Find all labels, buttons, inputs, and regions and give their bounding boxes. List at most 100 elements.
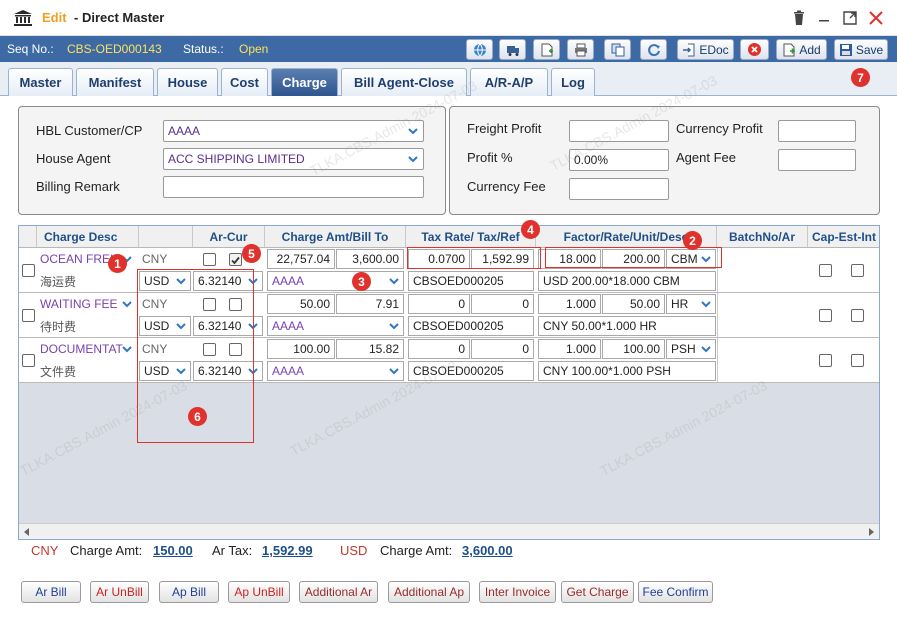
ar-bill-button[interactable]: Ar Bill — [21, 581, 81, 603]
factor[interactable]: 1.000 — [538, 294, 601, 314]
charge-amt[interactable]: 50.00 — [267, 294, 335, 314]
currency-fee-input[interactable] — [569, 178, 669, 200]
ar-cur-checkbox-2[interactable] — [229, 253, 242, 266]
tax-ref[interactable]: CBSOED000205 — [408, 361, 534, 381]
tax-amount[interactable]: 0 — [471, 294, 534, 314]
truck-button[interactable] — [499, 39, 526, 60]
charge-desc-dropdown[interactable] — [119, 341, 135, 357]
bill-amt[interactable]: 3,600.00 — [336, 249, 404, 269]
est-checkbox[interactable] — [851, 309, 864, 322]
grid-header-tax[interactable]: Tax Rate/ Tax/Ref — [406, 226, 536, 248]
cny-charge-amt-value[interactable]: 150.00 — [153, 543, 193, 558]
charge-desc-text[interactable]: USD 200.00*18.000 CBM — [538, 271, 716, 291]
tab-master[interactable]: Master — [8, 68, 73, 96]
get-charge-button[interactable]: Get Charge — [561, 581, 634, 603]
annotation-badge-5: 5 — [242, 244, 261, 263]
save-button[interactable]: Save — [834, 39, 888, 60]
charge-amt[interactable]: 100.00 — [267, 339, 335, 359]
cap-checkbox[interactable] — [819, 264, 832, 277]
charge-desc-text[interactable]: CNY 50.00*1.000 HR — [538, 316, 716, 336]
grid-header-batch[interactable]: BatchNo/Ar — [717, 226, 808, 248]
currency-profit-input[interactable] — [778, 120, 856, 142]
freight-profit-input[interactable] — [569, 120, 669, 142]
annotation-badge-7: 7 — [851, 68, 870, 87]
grid-header-charge-amt[interactable]: Charge Amt/Bill To — [265, 226, 406, 248]
bill-to-select[interactable]: AAAA — [267, 271, 404, 291]
close-icon[interactable] — [867, 9, 885, 27]
charge-desc[interactable]: WAITING FEE — [37, 293, 123, 315]
usd-charge-amt-value[interactable]: 3,600.00 — [462, 543, 513, 558]
copy-button[interactable] — [604, 39, 631, 60]
additional-ap-button[interactable]: Additional Ap — [388, 581, 470, 603]
trash-icon[interactable] — [790, 9, 808, 27]
tab-cost[interactable]: Cost — [221, 68, 268, 96]
tab-ar-ap[interactable]: A/R-A/P — [470, 68, 548, 96]
billing-remark-input[interactable] — [163, 176, 424, 198]
cap-checkbox[interactable] — [819, 309, 832, 322]
cny-charge-amt-label: Charge Amt: — [70, 543, 143, 558]
tax-amount[interactable]: 0 — [471, 339, 534, 359]
charge-desc-dropdown[interactable] — [119, 296, 135, 312]
charge-desc[interactable]: DOCUMENTATION — [37, 338, 123, 360]
ar-tax-value[interactable]: 1,592.99 — [262, 543, 313, 558]
globe-button[interactable] — [466, 39, 493, 60]
additional-ar-button[interactable]: Additional Ar — [299, 581, 378, 603]
ap-unbill-button[interactable]: Ap UnBill — [228, 581, 290, 603]
bill-to-dropdown[interactable] — [386, 318, 402, 334]
tab-manifest[interactable]: Manifest — [76, 68, 154, 96]
tax-ref[interactable]: CBSOED000205 — [408, 316, 534, 336]
bill-amt[interactable]: 15.82 — [336, 339, 404, 359]
est-checkbox[interactable] — [851, 264, 864, 277]
edoc-button[interactable]: EDoc — [677, 39, 734, 60]
new-doc-button[interactable] — [533, 39, 560, 60]
agent-fee-input[interactable] — [778, 149, 856, 171]
delete-button[interactable] — [740, 39, 769, 60]
scroll-left-icon[interactable] — [23, 528, 31, 536]
unit-rate[interactable]: 50.00 — [602, 294, 665, 314]
minimize-icon[interactable] — [815, 9, 833, 27]
charge-amt[interactable]: 22,757.04 — [267, 249, 335, 269]
bill-to-dropdown[interactable] — [386, 363, 402, 379]
bill-amt[interactable]: 7.91 — [336, 294, 404, 314]
tab-charge[interactable]: Charge — [271, 68, 338, 96]
unit-dropdown[interactable] — [698, 296, 714, 312]
ap-bill-button[interactable]: Ap Bill — [159, 581, 219, 603]
hbl-customer-select[interactable]: AAAA — [163, 120, 424, 142]
tab-bill-agent-close[interactable]: Bill Agent-Close — [341, 68, 467, 96]
unit-rate[interactable]: 100.00 — [602, 339, 665, 359]
tax-rate[interactable]: 0 — [408, 339, 470, 359]
ar-cur-checkbox-1[interactable] — [203, 253, 216, 266]
row-select-checkbox[interactable] — [22, 264, 35, 277]
batch-no — [717, 248, 808, 292]
row-select-checkbox[interactable] — [22, 309, 35, 322]
ar-unbill-button[interactable]: Ar UnBill — [90, 581, 149, 603]
tab-house[interactable]: House — [157, 68, 218, 96]
status-label: Status.: — [183, 42, 224, 56]
row-select-checkbox[interactable] — [22, 354, 35, 367]
ar-currency[interactable]: CNY — [139, 248, 191, 270]
profit-pct-input[interactable]: 0.00% — [569, 149, 669, 171]
add-button[interactable]: Add — [776, 39, 827, 60]
unit-dropdown[interactable] — [698, 341, 714, 357]
tab-log[interactable]: Log — [551, 68, 595, 96]
save-icon — [839, 43, 852, 56]
grid-header-cap-est-int[interactable]: Cap-Est-Int — [808, 226, 879, 248]
house-agent-select[interactable]: ACC SHIPPING LIMITED — [163, 148, 424, 170]
maximize-icon[interactable] — [841, 9, 859, 27]
est-checkbox[interactable] — [851, 354, 864, 367]
refresh-button[interactable] — [640, 39, 667, 60]
horizontal-scrollbar[interactable] — [19, 523, 879, 539]
fee-confirm-button[interactable]: Fee Confirm — [638, 581, 713, 603]
inter-invoice-button[interactable]: Inter Invoice — [479, 581, 556, 603]
print-button[interactable] — [567, 39, 594, 60]
grid-header-charge-desc[interactable]: Charge Desc — [37, 226, 139, 248]
bill-to-select[interactable]: AAAA — [267, 316, 404, 336]
bill-to-dropdown[interactable] — [386, 273, 402, 289]
charge-desc-text[interactable]: CNY 100.00*1.000 PSH — [538, 361, 716, 381]
bill-to-select[interactable]: AAAA — [267, 361, 404, 381]
factor[interactable]: 1.000 — [538, 339, 601, 359]
scroll-right-icon[interactable] — [867, 528, 875, 536]
tax-rate[interactable]: 0 — [408, 294, 470, 314]
cap-checkbox[interactable] — [819, 354, 832, 367]
tax-ref[interactable]: CBSOED000205 — [408, 271, 534, 291]
